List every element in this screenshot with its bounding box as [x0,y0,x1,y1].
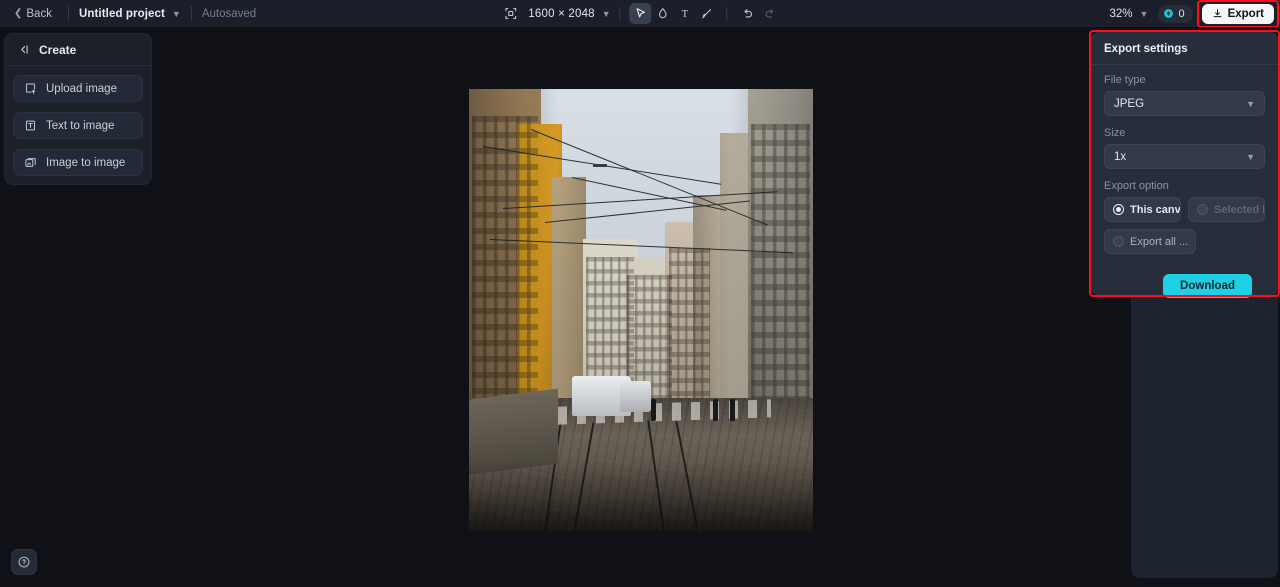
radio-icon [1113,204,1124,215]
radio-icon [1113,236,1124,247]
credit-token-icon [1163,8,1174,19]
export-button-wrapper: Export [1202,4,1274,24]
project-name[interactable]: Untitled project [79,8,165,20]
toolbar-right-group: 32% ▼ 0 Export [1110,0,1275,27]
file-type-value: JPEG [1114,98,1144,110]
image-to-image-icon [24,156,37,169]
export-option-export-all[interactable]: Export all ... [1104,229,1196,254]
canvas-image [469,89,813,531]
radio-icon [1197,204,1208,215]
eraser-tool[interactable] [652,3,674,24]
text-tool[interactable]: T [674,3,696,24]
sidebar-item-label: Image to image [46,157,125,169]
toolbar-left-group: ❮ Back Untitled project ▼ Autosaved [0,0,256,27]
export-footer: Download [1104,261,1265,298]
sidebar-item-image-to-image[interactable]: Image to image [13,149,143,176]
upload-image-icon [24,82,37,95]
export-option-label-text: Export all ... [1130,236,1188,248]
chevron-down-icon: ▼ [1246,152,1255,162]
toolbar-center-group: 1600 × 2048 ▼ T [499,0,780,27]
export-settings-popover: Export settings File type JPEG ▼ Size 1x… [1091,32,1278,295]
sidebar-title: Create [39,43,76,57]
canvas-dimensions: 1600 × 2048 [528,8,594,20]
export-option-row-2: Export all ... [1104,229,1265,254]
sidebar-items: Upload image Text to image Image to imag… [5,66,151,176]
sidebar-item-label: Text to image [46,120,114,132]
file-type-label: File type [1104,74,1265,86]
download-icon [1212,8,1223,19]
svg-text:T: T [682,9,689,20]
divider [620,7,621,21]
zoom-chevron-icon[interactable]: ▼ [1140,9,1149,19]
zoom-level: 32% [1110,8,1133,20]
top-toolbar: ❮ Back Untitled project ▼ Autosaved 1600… [0,0,1280,27]
credits-count: 0 [1178,8,1184,20]
undo-button[interactable] [737,3,759,24]
brush-tool[interactable] [696,3,718,24]
sidebar-item-text-to-image[interactable]: Text to image [13,112,143,139]
size-label: Size [1104,127,1265,139]
sidebar-item-label: Upload image [46,83,117,95]
size-select[interactable]: 1x ▼ [1104,144,1265,169]
help-circle-icon [17,555,31,569]
sidebar-header[interactable]: Create [5,34,151,66]
chevron-down-icon: ▼ [1246,99,1255,109]
export-option-this-canvas[interactable]: This canvas [1104,197,1181,222]
canvas-resize-icon[interactable] [499,3,521,24]
export-button-label: Export [1228,8,1264,20]
help-button[interactable] [11,549,37,575]
divider [727,7,728,21]
download-button[interactable]: Download [1163,274,1252,298]
export-settings-title: Export settings [1091,32,1278,64]
redo-button[interactable] [759,3,781,24]
autosaved-status: Autosaved [202,8,256,20]
left-sidebar: Create Upload image Text to image [4,33,152,185]
size-value: 1x [1114,151,1126,163]
file-type-select[interactable]: JPEG ▼ [1104,91,1265,116]
export-button[interactable]: Export [1202,4,1274,24]
chevron-left-icon: ❮ [14,9,22,19]
back-button-label: Back [26,8,52,20]
chevron-down-icon[interactable]: ▼ [172,9,181,19]
export-option-label-text: This canvas [1130,204,1181,216]
text-to-image-icon [24,119,37,132]
canvas-size-chevron-icon[interactable]: ▼ [602,9,611,19]
divider [68,6,69,21]
divider [191,6,192,21]
export-option-row-1: This canvas Selected l... [1104,197,1265,222]
sidebar-item-upload-image[interactable]: Upload image [13,75,143,102]
collapse-panel-icon [17,43,30,56]
export-option-selected-layers: Selected l... [1188,197,1265,222]
export-option-label-text: Selected l... [1214,204,1265,216]
export-option-label: Export option [1104,180,1265,192]
back-button[interactable]: ❮ Back [8,5,58,23]
export-settings-body: File type JPEG ▼ Size 1x ▼ Export option… [1091,65,1278,298]
artboard[interactable] [469,89,813,531]
select-tool[interactable] [630,3,652,24]
credits-badge[interactable]: 0 [1158,5,1192,23]
app-root: ❮ Back Untitled project ▼ Autosaved 1600… [0,0,1280,587]
